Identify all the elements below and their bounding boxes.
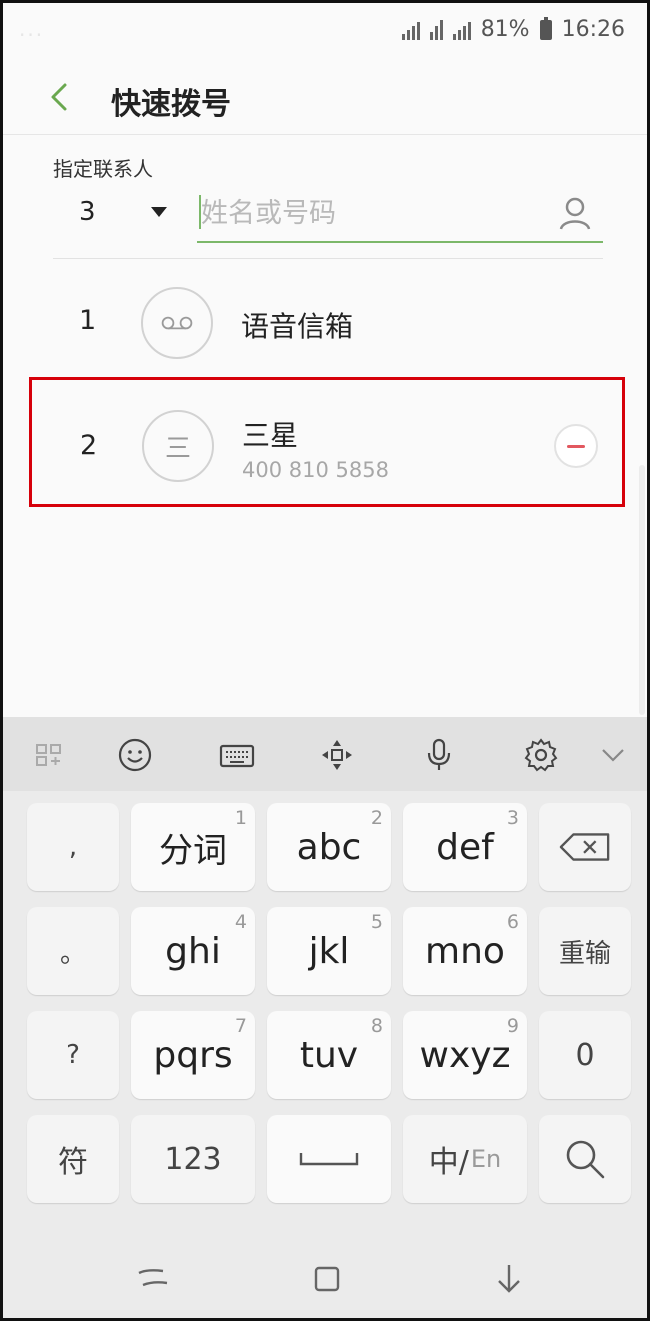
collapse-keyboard-button[interactable] — [593, 735, 633, 775]
emoji-icon — [118, 738, 152, 772]
speed-dial-index: 2 — [80, 430, 98, 461]
contact-search-input[interactable] — [197, 189, 537, 237]
space-icon — [299, 1153, 359, 1166]
clock: 16:26 — [561, 17, 625, 42]
recent-apps-icon — [138, 1269, 168, 1287]
contact-phone: 400 810 5858 — [242, 458, 389, 482]
status-bar: ... 81% 16:26 — [3, 3, 647, 61]
space-key[interactable] — [267, 1115, 391, 1203]
question-key[interactable]: ? — [27, 1011, 119, 1099]
settings-icon — [524, 738, 558, 772]
recent-apps-button[interactable] — [133, 1259, 173, 1299]
settings-button[interactable] — [521, 735, 561, 775]
search-key[interactable] — [539, 1115, 631, 1203]
emoji-button[interactable] — [115, 735, 155, 775]
key-3-def[interactable]: def 3 — [403, 803, 527, 891]
speed-dial-number-dropdown[interactable]: 3 — [63, 189, 183, 239]
key-4-ghi[interactable]: ghi 4 — [131, 907, 255, 995]
reinput-key[interactable]: 重输 — [539, 907, 631, 995]
key-7-pqrs[interactable]: pqrs 7 — [131, 1011, 255, 1099]
contact-name: 语音信箱 — [241, 310, 354, 343]
selected-number: 3 — [79, 197, 96, 227]
home-button[interactable] — [307, 1259, 347, 1299]
contact-avatar: 三 — [142, 410, 214, 482]
comma-key[interactable]: , — [27, 803, 119, 891]
key-6-mno[interactable]: mno 6 — [403, 907, 527, 995]
speed-dial-row-2[interactable]: 2 三 三星 400 810 5858 — [29, 377, 625, 507]
chevron-left-icon — [51, 83, 67, 111]
voice-input-button[interactable] — [419, 735, 459, 775]
voicemail-icon — [141, 287, 213, 359]
app-header: 快速拨号 — [3, 61, 647, 135]
key-0[interactable]: 0 — [539, 1011, 631, 1099]
remove-button[interactable] — [554, 424, 598, 468]
battery-percent: 81% — [480, 17, 530, 42]
search-icon — [566, 1140, 605, 1179]
language-switch-key[interactable]: 中/En — [403, 1115, 527, 1203]
key-1-fenci[interactable]: 分词 1 — [131, 803, 255, 891]
symbols-key[interactable]: 符 — [27, 1115, 119, 1203]
back-down-icon — [498, 1265, 520, 1293]
section-divider — [53, 258, 603, 259]
contact-input-container — [197, 185, 603, 243]
battery-icon — [539, 16, 552, 40]
backspace-icon — [559, 833, 610, 861]
key-2-abc[interactable]: abc 2 — [267, 803, 391, 891]
keyboard-switch-button[interactable] — [217, 735, 257, 775]
mic-icon — [427, 738, 451, 770]
status-notification-text: ... — [19, 17, 45, 41]
page-title: 快速拨号 — [111, 87, 231, 122]
grid-button[interactable] — [29, 735, 69, 775]
back-down-button[interactable] — [489, 1259, 529, 1299]
grid-icon — [36, 744, 61, 766]
signal-icon-2 — [452, 20, 471, 40]
numbers-key[interactable]: 123 — [131, 1115, 255, 1203]
status-icons: 81% 16:26 — [401, 16, 625, 42]
phone-screen: ... 81% 16:26 快速拨号 指定联系人 3 姓名或号码 1 语音信箱 … — [0, 0, 650, 1321]
move-icon — [322, 740, 352, 770]
avatar-letter: 三 — [164, 433, 191, 464]
contacts-picker-button[interactable] — [557, 193, 593, 233]
scrollbar[interactable] — [639, 465, 645, 715]
back-button[interactable] — [41, 77, 81, 117]
keyboard-icon — [219, 744, 255, 768]
person-icon — [559, 197, 591, 230]
wifi-icon — [429, 19, 443, 40]
key-5-jkl[interactable]: jkl 5 — [267, 907, 391, 995]
chevron-down-icon — [602, 749, 624, 762]
speed-dial-row-1[interactable]: 1 语音信箱 — [33, 273, 623, 373]
period-key[interactable]: 。 — [27, 907, 119, 995]
home-icon — [314, 1266, 340, 1292]
key-9-wxyz[interactable]: wxyz 9 — [403, 1011, 527, 1099]
contact-name: 三星 — [242, 419, 299, 452]
navigation-bar — [3, 1229, 647, 1318]
backspace-key[interactable] — [539, 803, 631, 891]
speed-dial-index: 1 — [79, 305, 97, 336]
keyboard-toolbar — [3, 717, 647, 791]
key-8-tuv[interactable]: tuv 8 — [267, 1011, 391, 1099]
caret-down-icon — [151, 207, 167, 217]
signal-icon — [401, 20, 420, 40]
cursor-move-button[interactable] — [317, 735, 357, 775]
assign-contact-label: 指定联系人 — [53, 157, 153, 181]
